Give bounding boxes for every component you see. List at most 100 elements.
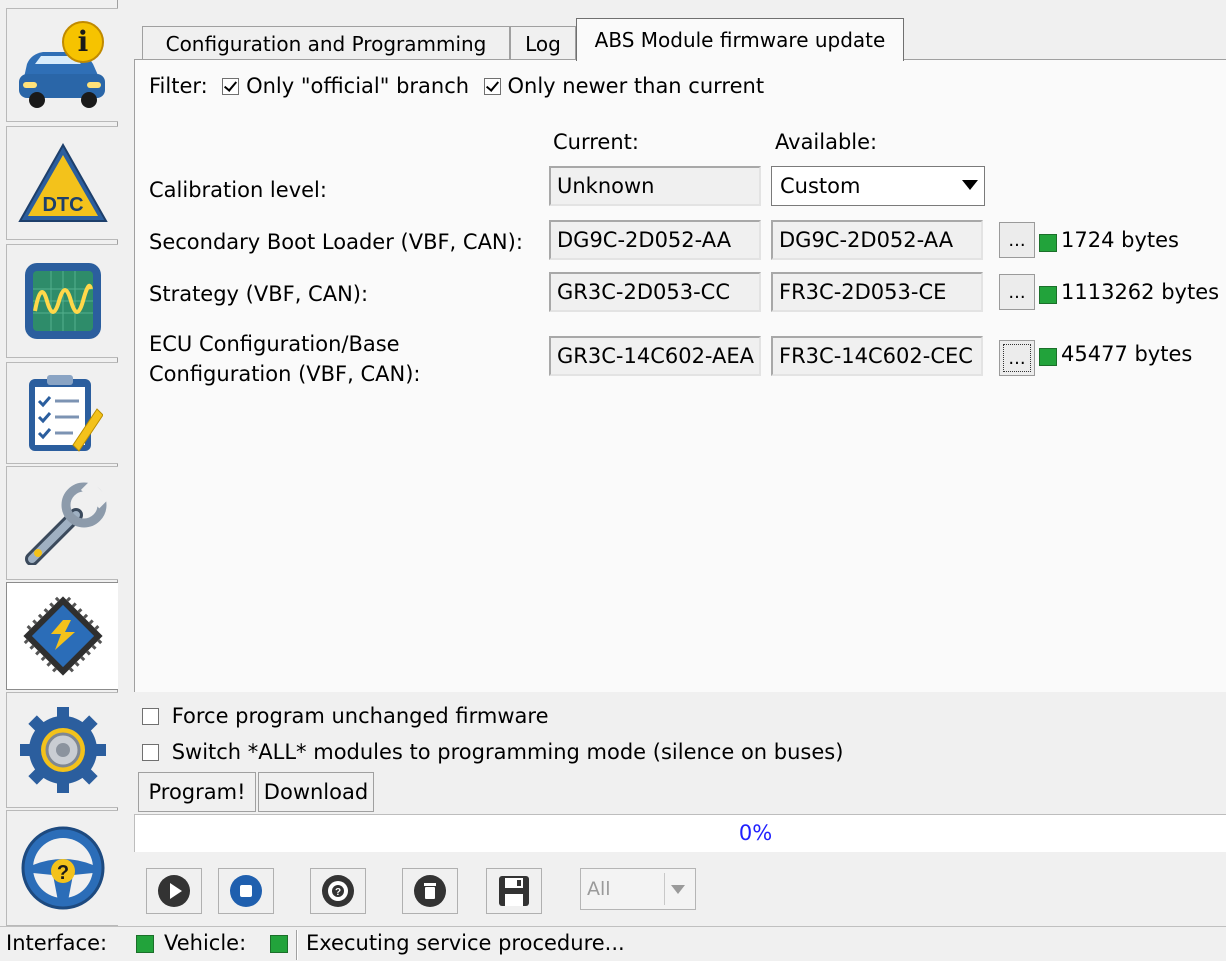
status-separator xyxy=(296,930,298,960)
sbl-status-led xyxy=(1039,234,1057,252)
sbl-available-value: DG9C-2D052-AA xyxy=(779,228,954,252)
calibration-current-value: Unknown xyxy=(557,174,655,198)
tab-log[interactable]: Log xyxy=(510,26,576,60)
save-button[interactable] xyxy=(486,868,542,914)
switch-all-checkbox[interactable] xyxy=(142,744,159,761)
strategy-status-led xyxy=(1039,286,1057,304)
chevron-down-icon xyxy=(962,180,978,190)
strategy-label: Strategy (VBF, CAN): xyxy=(149,282,369,306)
vehicle-info-icon: i xyxy=(18,21,105,108)
ecu-config-size: 45477 bytes xyxy=(1061,342,1193,366)
sidebar-item-vehicle-info[interactable]: i xyxy=(6,8,118,122)
svg-text:?: ? xyxy=(335,887,341,898)
strategy-size: 1113262 bytes xyxy=(1061,280,1220,304)
tab-configuration-and-programming[interactable]: Configuration and Programming xyxy=(142,26,510,60)
calibration-level-label: Calibration level: xyxy=(149,178,327,202)
tab-label: ABS Module firmware update xyxy=(594,28,886,52)
sbl-current-field: DG9C-2D052-AA xyxy=(549,220,761,260)
vehicle-status-led xyxy=(270,935,288,953)
trash-icon xyxy=(414,875,446,907)
sidebar-item-checklist[interactable] xyxy=(6,362,118,464)
stop-icon xyxy=(230,875,262,907)
play-icon xyxy=(158,875,190,907)
ecu-config-browse-button[interactable]: ... xyxy=(999,340,1035,376)
svg-text:i: i xyxy=(77,25,88,58)
ecu-config-available-value: FR3C-14C602-CEC xyxy=(779,344,973,368)
sbl-browse-button[interactable]: ... xyxy=(999,222,1035,258)
strategy-browse-button[interactable]: ... xyxy=(999,274,1035,310)
select-separator xyxy=(664,873,665,905)
sidebar-item-module-programming[interactable] xyxy=(6,582,118,690)
sbl-size: 1724 bytes xyxy=(1061,228,1179,252)
calibration-available-select[interactable]: Custom xyxy=(771,166,985,206)
sidebar-item-oscilloscope[interactable] xyxy=(6,244,118,358)
sidebar-item-wrench[interactable] xyxy=(6,466,118,580)
newer-than-current-label[interactable]: Only newer than current xyxy=(507,74,764,98)
interface-status: Interface: xyxy=(6,931,107,955)
tab-label: Log xyxy=(525,31,561,56)
ecu-config-available-field: FR3C-14C602-CEC xyxy=(771,336,983,376)
newer-than-current-checkbox[interactable] xyxy=(483,78,501,95)
progress-bar: 0% xyxy=(134,814,1226,852)
support-button[interactable]: ? xyxy=(310,868,366,914)
firmware-update-panel: Filter: Only "official" branch Only newe… xyxy=(134,59,1226,692)
tab-label: Configuration and Programming xyxy=(165,31,487,56)
save-icon xyxy=(499,876,529,906)
progress-percent: 0% xyxy=(738,821,773,845)
oscilloscope-icon xyxy=(24,263,101,339)
force-program-checkbox[interactable] xyxy=(142,708,159,725)
switch-all-option: Switch *ALL* modules to programming mode… xyxy=(142,740,843,764)
force-program-label[interactable]: Force program unchanged firmware xyxy=(172,704,549,728)
chevron-down-icon xyxy=(671,885,685,894)
ecu-config-label-line2: Configuration (VBF, CAN): xyxy=(149,362,421,386)
status-bar: Interface: Vehicle: Executing service pr… xyxy=(0,926,1226,961)
stop-button[interactable] xyxy=(218,868,274,914)
strategy-current-value: GR3C-2D053-CC xyxy=(557,280,730,304)
help-icon-label: ? xyxy=(56,862,68,884)
sidebar-item-settings[interactable] xyxy=(6,692,118,808)
sbl-current-value: DG9C-2D052-AA xyxy=(557,228,732,252)
sidebar-item-help[interactable]: ? xyxy=(6,810,118,926)
sidebar-item-dtc[interactable]: DTC xyxy=(6,126,118,240)
program-button[interactable]: Program! xyxy=(138,772,256,812)
browse-label: ... xyxy=(1008,282,1026,303)
download-button-label: Download xyxy=(263,780,369,804)
strategy-available-value: FR3C-2D053-CE xyxy=(779,280,947,304)
vehicle-label: Vehicle: xyxy=(164,931,247,955)
strategy-available-field: FR3C-2D053-CE xyxy=(771,272,983,312)
sidebar: i DTC ? xyxy=(0,0,118,926)
clear-button[interactable] xyxy=(402,868,458,914)
start-button[interactable] xyxy=(146,868,202,914)
program-button-label: Program! xyxy=(148,780,246,804)
official-branch-checkbox[interactable] xyxy=(222,78,240,95)
checklist-icon xyxy=(28,375,103,452)
app-window: i DTC ? Configuration and Programming Lo… xyxy=(0,0,1226,961)
lifebuoy-icon: ? xyxy=(322,875,354,907)
wrench-icon xyxy=(24,481,108,565)
interface-label: Interface: xyxy=(6,931,108,955)
log-filter-value: All xyxy=(587,878,611,900)
sbl-label: Secondary Boot Loader (VBF, CAN): xyxy=(149,230,523,254)
sbl-available-field: DG9C-2D052-AA xyxy=(771,220,983,260)
browse-label: ... xyxy=(1008,348,1026,369)
filter-row: Filter: Only "official" branch Only newe… xyxy=(149,74,764,98)
filter-label: Filter: xyxy=(149,74,208,98)
log-filter-select[interactable]: All xyxy=(580,868,696,910)
dtc-warning-icon: DTC xyxy=(17,142,108,222)
browse-label: ... xyxy=(1008,230,1026,251)
tab-strip: Configuration and Programming Log ABS Mo… xyxy=(134,18,1226,61)
calibration-current-field: Unknown xyxy=(549,166,761,206)
current-column-header: Current: xyxy=(553,130,639,154)
status-message: Executing service procedure... xyxy=(306,931,625,955)
available-column-header: Available: xyxy=(775,130,878,154)
download-button[interactable]: Download xyxy=(258,772,374,812)
official-branch-label[interactable]: Only "official" branch xyxy=(246,74,469,98)
strategy-current-field: GR3C-2D053-CC xyxy=(549,272,761,312)
calibration-available-value: Custom xyxy=(780,174,861,198)
tab-abs-module-firmware-update[interactable]: ABS Module firmware update xyxy=(576,18,904,61)
ecu-config-current-field: GR3C-14C602-AEA xyxy=(549,336,761,376)
force-program-option: Force program unchanged firmware xyxy=(142,704,549,728)
program-controls: Force program unchanged firmware Switch … xyxy=(134,692,1226,926)
interface-status-led xyxy=(136,935,154,953)
switch-all-label[interactable]: Switch *ALL* modules to programming mode… xyxy=(172,740,844,764)
